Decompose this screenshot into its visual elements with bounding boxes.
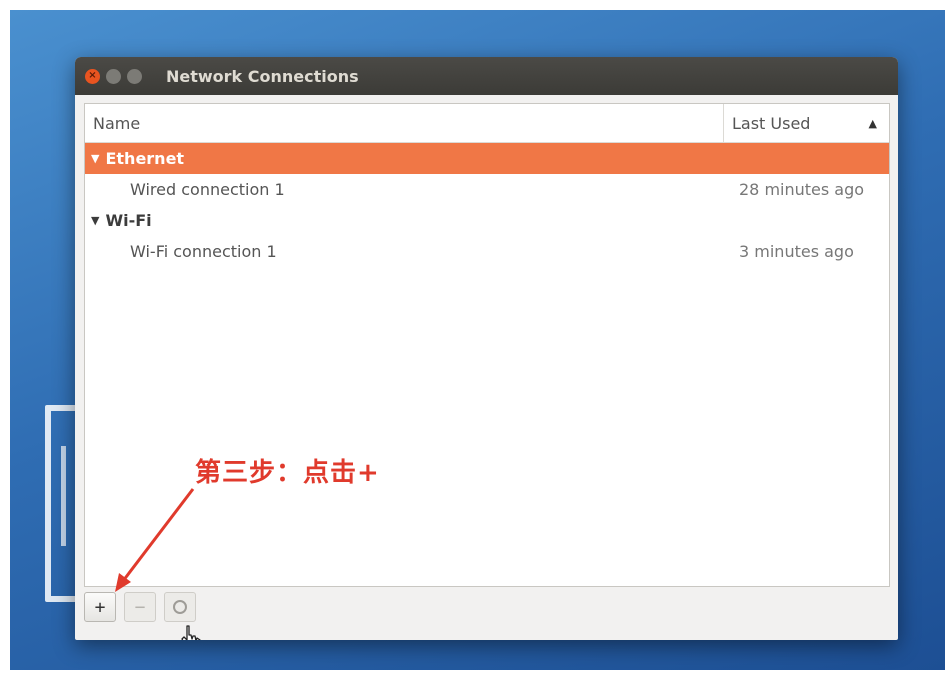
connection-last-used: 3 minutes ago bbox=[739, 242, 854, 261]
column-header-name[interactable]: Name bbox=[85, 104, 723, 142]
list-header: Name Last Used ▲ bbox=[85, 104, 889, 143]
connection-row[interactable]: Wired connection 1 28 minutes ago bbox=[85, 174, 889, 205]
connection-last-used: 28 minutes ago bbox=[739, 180, 865, 199]
window-title: Network Connections bbox=[166, 66, 359, 86]
network-connections-window: × Network Connections Name Last Used ▲ ▼… bbox=[75, 57, 898, 640]
maximize-icon[interactable] bbox=[127, 68, 142, 84]
connection-name: Wi-Fi connection 1 bbox=[130, 242, 277, 261]
step-annotation: 第三步：点击+ bbox=[195, 458, 380, 488]
column-last-used-label: Last Used bbox=[732, 113, 811, 133]
sort-ascending-icon: ▲ bbox=[868, 116, 877, 130]
gear-icon bbox=[173, 600, 187, 614]
group-label: Ethernet bbox=[105, 149, 185, 168]
edit-connection-button[interactable] bbox=[164, 592, 196, 622]
title-bar: × Network Connections bbox=[75, 57, 898, 95]
group-row-ethernet[interactable]: ▼ Ethernet bbox=[85, 143, 889, 174]
hand-cursor-icon bbox=[181, 625, 201, 640]
expander-down-icon[interactable]: ▼ bbox=[91, 152, 99, 165]
group-label: Wi-Fi bbox=[105, 211, 152, 230]
close-icon[interactable]: × bbox=[85, 68, 100, 84]
group-row-wifi[interactable]: ▼ Wi-Fi bbox=[85, 205, 889, 236]
column-header-last-used[interactable]: Last Used ▲ bbox=[723, 104, 889, 142]
bottom-toolbar: + − bbox=[84, 589, 204, 625]
column-name-label: Name bbox=[93, 113, 141, 133]
minimize-icon[interactable] bbox=[106, 68, 121, 84]
expander-down-icon[interactable]: ▼ bbox=[91, 214, 99, 227]
remove-connection-button[interactable]: − bbox=[124, 592, 156, 622]
add-connection-button[interactable]: + bbox=[84, 592, 116, 622]
connection-row[interactable]: Wi-Fi connection 1 3 minutes ago bbox=[85, 236, 889, 267]
connections-list: Name Last Used ▲ ▼ Ethernet Wired connec… bbox=[84, 103, 890, 587]
connection-name: Wired connection 1 bbox=[130, 180, 285, 199]
